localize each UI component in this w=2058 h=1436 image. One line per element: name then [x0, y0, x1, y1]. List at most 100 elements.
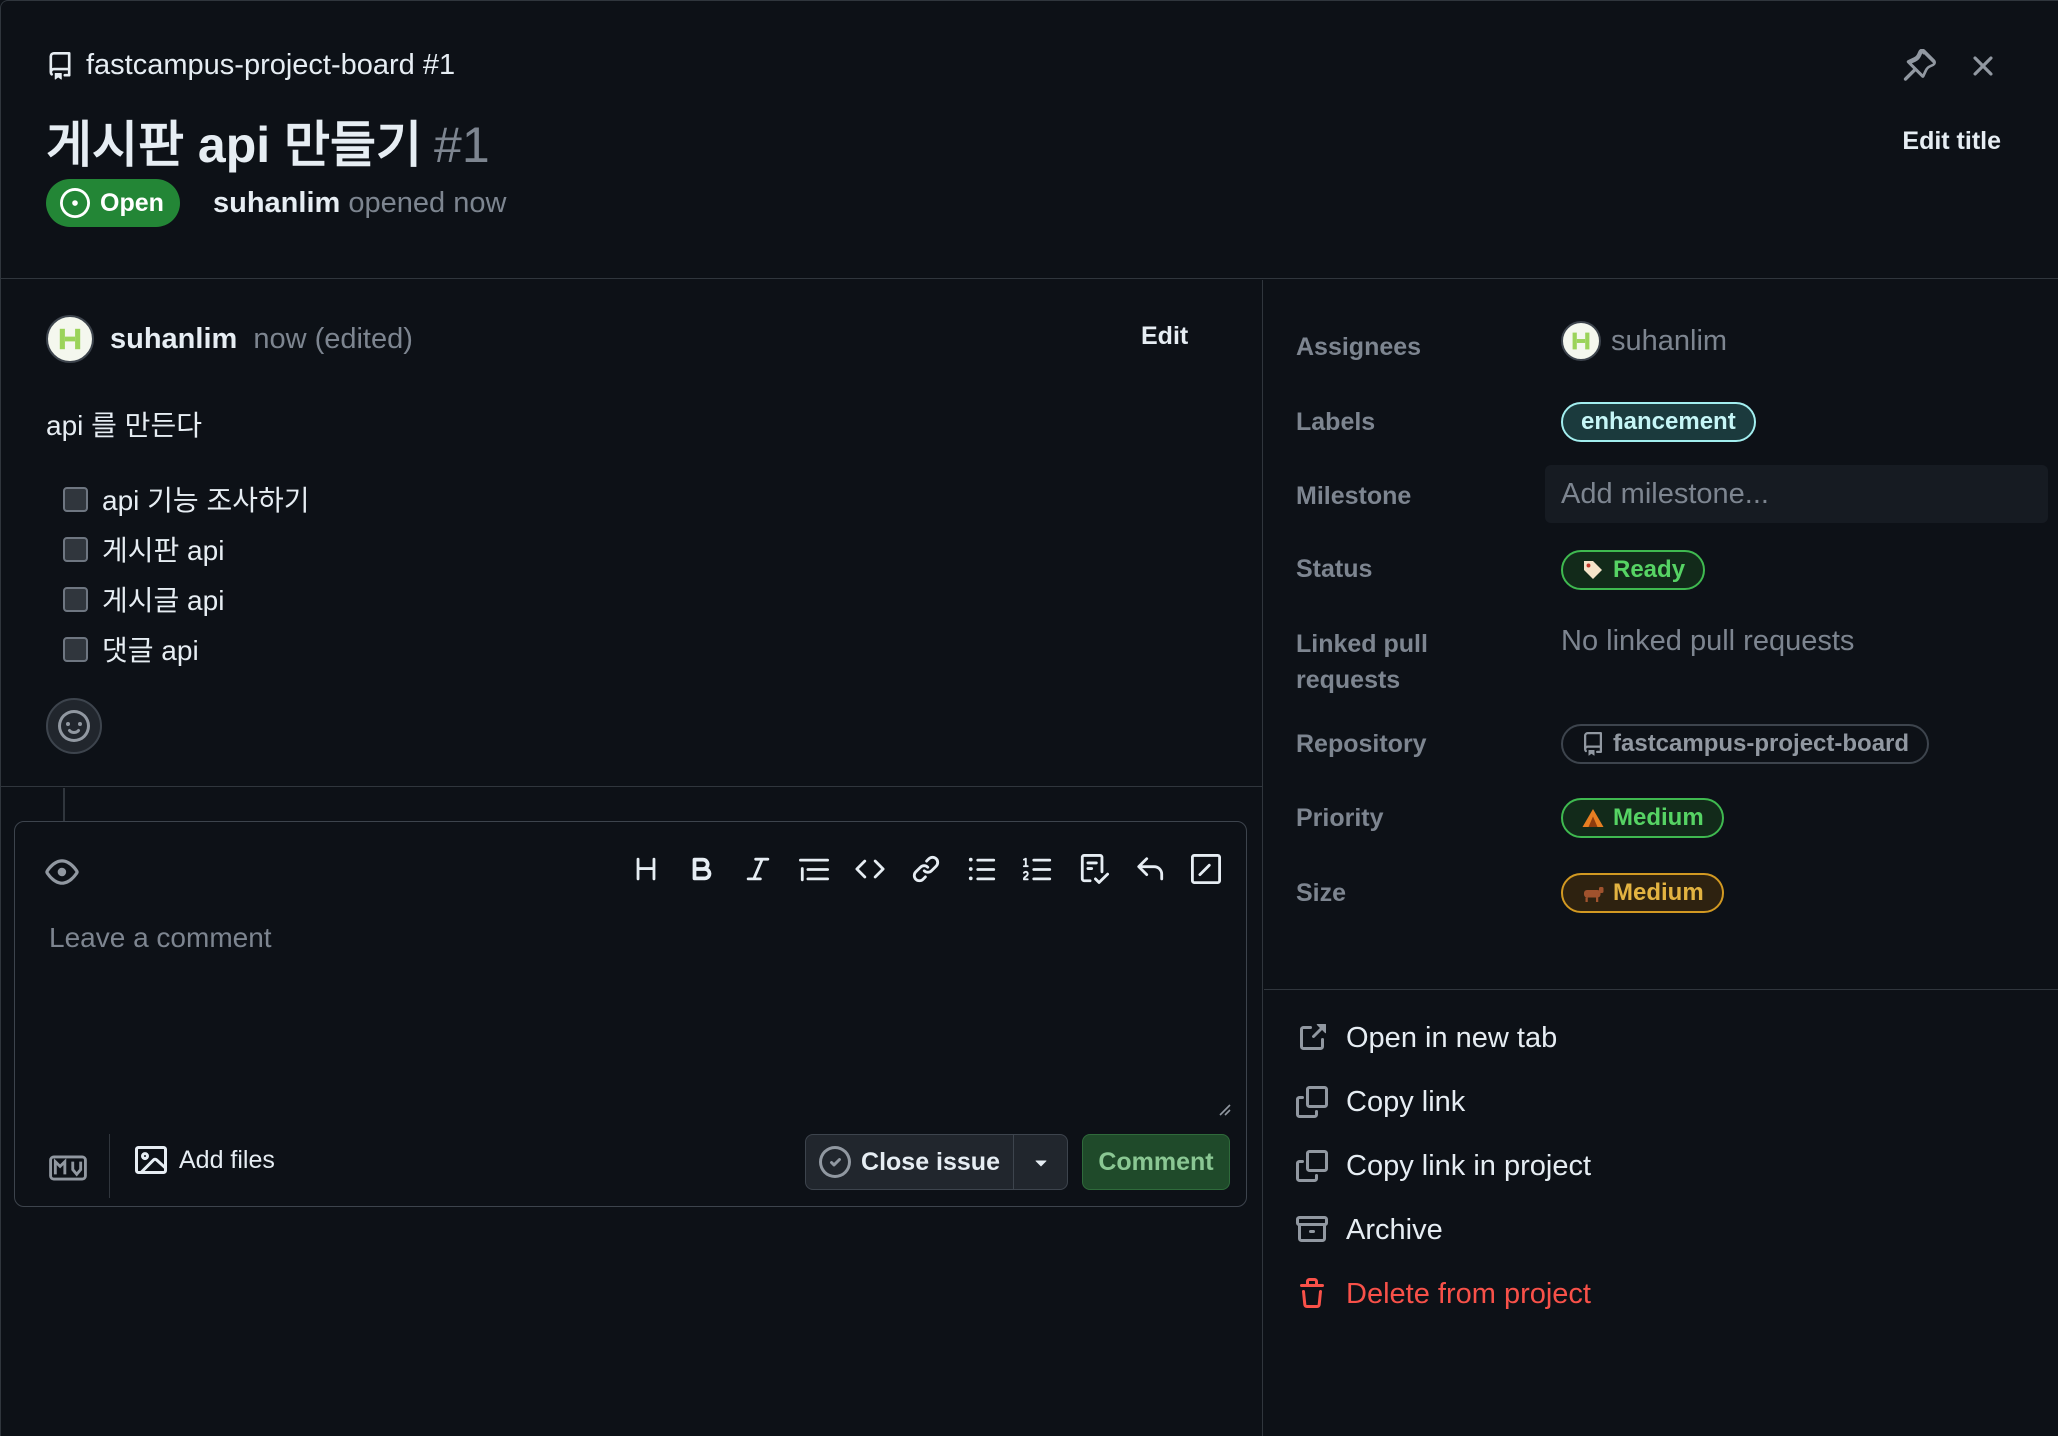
identicon-icon	[1572, 332, 1590, 350]
task-list-icon	[1080, 854, 1109, 884]
repository-pill: fastcampus-project-board	[1561, 724, 1930, 764]
open-new-tab-action[interactable]: Open in new tab	[1264, 1006, 2058, 1070]
task-checkbox[interactable]	[63, 636, 88, 662]
status-pill: Ready	[1561, 550, 1706, 590]
comment-input[interactable]	[35, 922, 1230, 1082]
slash-commands-icon	[1191, 854, 1221, 884]
add-files-button[interactable]: Add files	[135, 1144, 275, 1176]
add-files-label: Add files	[179, 1145, 275, 1174]
comment-author[interactable]: suhanlim	[110, 323, 237, 356]
heading-button[interactable]	[625, 848, 667, 890]
archive-label: Archive	[1346, 1213, 1443, 1246]
opened-by[interactable]: suhanlim	[213, 187, 340, 219]
sidebar: Assignees suhanlim Labels enhancement Mi…	[1264, 280, 2058, 1436]
comment-author-row: suhanlim now (edited)	[46, 315, 413, 363]
issue-body: suhanlim now (edited) Edit api 를 만든다 api…	[1, 280, 1263, 787]
repo-icon	[1584, 732, 1602, 756]
reply-button[interactable]	[1129, 848, 1171, 890]
quote-button[interactable]	[793, 848, 835, 890]
milestone-input[interactable]: Add milestone...	[1545, 465, 2048, 523]
ox-icon	[1584, 887, 1604, 902]
task-item: 게시글 api	[63, 574, 310, 624]
issue-state-badge: Open	[46, 179, 180, 227]
copy-link-action[interactable]: Copy link	[1264, 1070, 2058, 1134]
image-icon	[135, 1146, 167, 1174]
bold-button[interactable]	[681, 848, 723, 890]
check-circle-icon	[819, 1146, 852, 1178]
task-label: 댓글 api	[102, 635, 199, 666]
close-issue-button[interactable]: Close issue	[806, 1135, 1013, 1189]
eye-icon[interactable]	[45, 855, 79, 889]
task-list-button[interactable]	[1073, 848, 1115, 890]
comment-text: api 를 만든다	[46, 410, 202, 441]
archive-icon	[1296, 1216, 1328, 1242]
size-pill: Medium	[1561, 873, 1724, 913]
resize-handle-icon[interactable]	[1215, 1100, 1231, 1116]
close-icon[interactable]	[1966, 49, 2000, 83]
link-external-icon	[1300, 1024, 1326, 1050]
task-item: 댓글 api	[63, 624, 310, 674]
task-item: api 기능 조사하기	[63, 474, 310, 524]
ordered-list-icon	[1023, 857, 1052, 881]
status-label: Status	[1296, 555, 1373, 583]
repository-value[interactable]: fastcampus-project-board	[1561, 724, 1930, 764]
edit-title-button[interactable]: Edit title	[1881, 123, 2001, 159]
task-item: 게시판 api	[63, 524, 310, 574]
identicon-icon	[59, 328, 81, 350]
size-label: Size	[1296, 879, 1347, 907]
reply-icon	[1137, 857, 1164, 881]
main-column: suhanlim now (edited) Edit api 를 만든다 api…	[1, 280, 1263, 1436]
issue-open-icon	[60, 188, 90, 218]
code-button[interactable]	[849, 848, 891, 890]
task-checkbox[interactable]	[63, 536, 88, 562]
delete-from-project-label: Delete from project	[1346, 1277, 1591, 1310]
comment-button[interactable]: Comment	[1082, 1134, 1230, 1190]
label-pill: enhancement	[1561, 402, 1756, 442]
close-issue-group: Close issue	[805, 1134, 1068, 1190]
delete-from-project-action[interactable]: Delete from project	[1264, 1262, 2058, 1326]
linked-prs-value: No linked pull requests	[1561, 625, 1855, 657]
comment-composer: Add files Close issue Comment	[14, 821, 1247, 1207]
task-checkbox[interactable]	[63, 586, 88, 612]
italic-button[interactable]	[737, 848, 779, 890]
comment-time[interactable]: now (edited)	[253, 323, 413, 356]
issue-header: fastcampus-project-board #1 게시판 api 만들기 #…	[1, 1, 2058, 279]
assignee-name: suhanlim	[1611, 324, 1728, 357]
issue-title-text: 게시판 api 만들기	[46, 117, 423, 173]
link-button[interactable]	[905, 848, 947, 890]
unordered-list-button[interactable]	[961, 848, 1003, 890]
issue-title: 게시판 api 만들기 #1	[46, 105, 490, 177]
priority-pill: Medium	[1561, 798, 1724, 838]
bold-icon	[692, 857, 712, 881]
avatar[interactable]	[46, 315, 94, 363]
status-value[interactable]: Ready	[1561, 550, 1706, 590]
issue-panel: fastcampus-project-board #1 게시판 api 만들기 #…	[0, 0, 2058, 1436]
quote-icon	[799, 858, 829, 882]
copy-link-in-project-action[interactable]: Copy link in project	[1264, 1134, 2058, 1198]
repo-icon	[49, 51, 71, 80]
size-value[interactable]: Medium	[1561, 873, 1724, 913]
priority-value[interactable]: Medium	[1561, 798, 1724, 838]
divider	[109, 1134, 110, 1198]
linked-prs-label-line1: Linked pull	[1296, 630, 1428, 658]
markdown-icon[interactable]	[49, 1154, 87, 1182]
repo-link[interactable]: fastcampus-project-board #1	[46, 49, 455, 82]
archive-action[interactable]: Archive	[1264, 1198, 2058, 1262]
close-options-dropdown[interactable]	[1013, 1135, 1067, 1189]
status-text: Ready	[1613, 556, 1686, 583]
triangle-down-icon	[1035, 1160, 1046, 1167]
edit-comment-button[interactable]: Edit	[1141, 322, 1188, 351]
pin-icon[interactable]	[1901, 49, 1937, 85]
ordered-list-button[interactable]	[1017, 848, 1059, 890]
opened-when: opened now	[348, 187, 507, 219]
trash-icon	[1300, 1278, 1324, 1308]
slash-commands-button[interactable]	[1185, 848, 1227, 890]
copy-link-label: Copy link	[1346, 1085, 1466, 1118]
labels-value[interactable]: enhancement	[1561, 402, 1756, 442]
repository-label: Repository	[1296, 730, 1427, 758]
priority-label: Priority	[1296, 804, 1384, 832]
assignee-value[interactable]: suhanlim	[1561, 321, 1727, 361]
task-checkbox[interactable]	[63, 486, 88, 512]
add-reaction-button[interactable]	[46, 698, 102, 754]
repo-label: fastcampus-project-board #1	[86, 49, 456, 81]
